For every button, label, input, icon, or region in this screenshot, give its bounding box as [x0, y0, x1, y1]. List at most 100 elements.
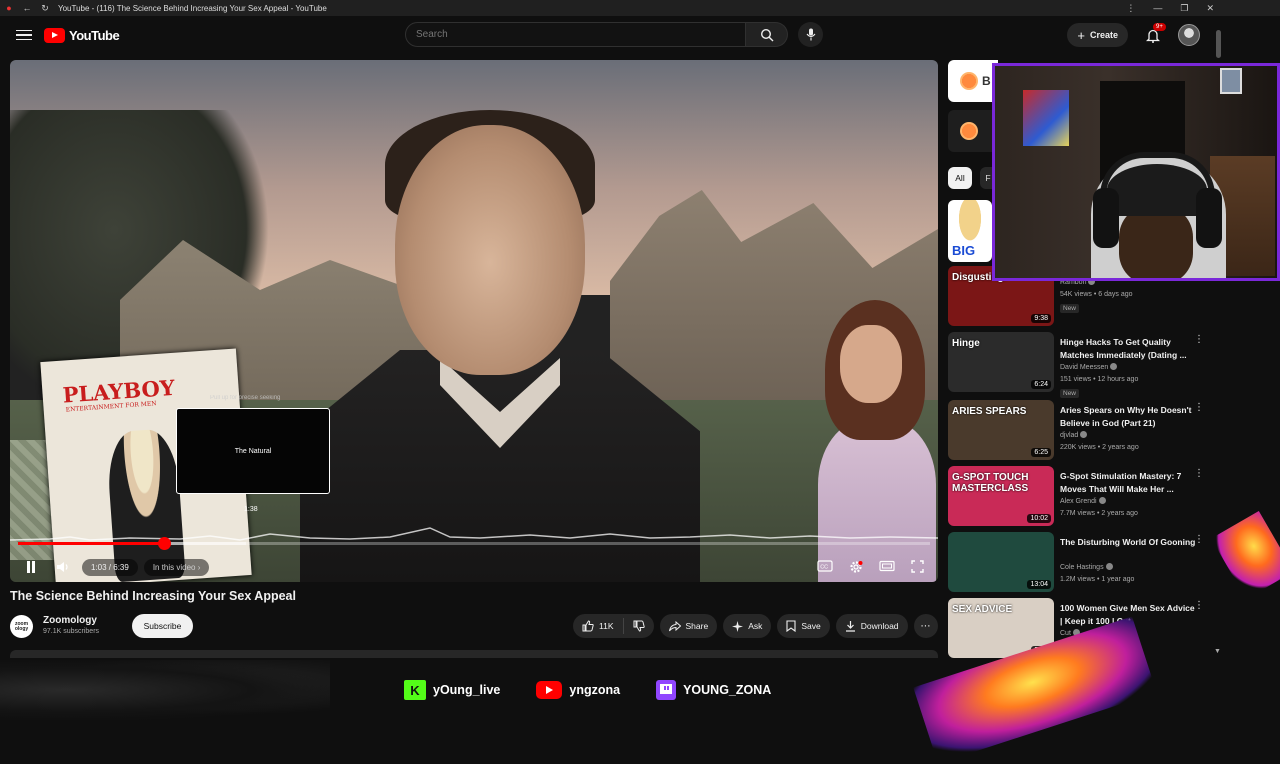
recommendation-thumbnail[interactable]: ARIES SPEARS 6:25: [948, 400, 1054, 460]
more-vertical-icon[interactable]: ⋮: [1194, 403, 1204, 413]
voice-search-button[interactable]: [798, 22, 823, 47]
like-button[interactable]: 11K: [573, 618, 624, 634]
minimize-icon[interactable]: —: [1153, 3, 1162, 14]
volume-button[interactable]: [56, 560, 70, 574]
recommendation-item[interactable]: G-SPOT TOUCH MASTERCLASS 10:02 G-Spot Stim…: [948, 466, 1218, 528]
recommendation-meta: 1.2M views • 1 year ago: [1060, 576, 1135, 583]
video-player[interactable]: PLAYBOY ENTERTAINMENT FOR MEN Pull up fo…: [10, 60, 938, 582]
player-controls: 1:03 / 6:39 In this video › CC: [10, 552, 938, 582]
channel-avatar[interactable]: zoom ology: [10, 615, 33, 638]
chip-all[interactable]: All: [948, 167, 972, 189]
youtube-header: YouTube + Create 9+: [0, 16, 1230, 54]
search-button[interactable]: [746, 22, 788, 47]
recommendation-thumbnail[interactable]: G-SPOT TOUCH MASTERCLASS 10:02: [948, 466, 1054, 526]
youtube-play-icon: [44, 27, 65, 43]
more-actions-button[interactable]: ⋯: [913, 614, 938, 638]
more-vertical-icon[interactable]: ⋮: [1194, 335, 1204, 345]
recommendation-title[interactable]: Hinge Hacks To Get Quality Matches Immed…: [1060, 336, 1196, 362]
thumbnail-caption: ARIES SPEARS: [952, 406, 1027, 417]
thermal-hand-overlay: [1211, 510, 1280, 600]
hamburger-menu-icon[interactable]: [16, 29, 32, 41]
ask-label: Ask: [748, 621, 763, 631]
recommendation-channel[interactable]: Alex Grendi: [1060, 497, 1106, 505]
pause-button[interactable]: [24, 560, 38, 574]
notifications-button[interactable]: 9+: [1144, 23, 1166, 44]
captions-icon[interactable]: CC: [817, 560, 833, 572]
browser-menu-icon[interactable]: ⋮: [1126, 3, 1135, 14]
verified-icon: [1110, 363, 1118, 370]
back-icon[interactable]: ←: [18, 3, 36, 13]
progress-played: [18, 542, 164, 545]
more-vertical-icon[interactable]: ⋮: [1194, 601, 1204, 611]
recommendation-channel[interactable]: David Meessen: [1060, 363, 1118, 371]
account-avatar[interactable]: [1178, 24, 1200, 46]
kick-icon: K: [404, 680, 426, 700]
video-duration: 13:04: [1027, 580, 1051, 589]
channel-name-text: Cole Hastings: [1060, 564, 1104, 571]
recommendation-meta: 151 views • 12 hours ago: [1060, 376, 1139, 383]
search-input[interactable]: [405, 22, 746, 47]
kick-handle: K yOung_live: [404, 680, 500, 700]
overlay-angel-wings: [0, 660, 330, 720]
settings-gear-icon[interactable]: [849, 560, 863, 574]
youtube-handle-text: yngzona: [569, 683, 621, 697]
reload-icon[interactable]: ↻: [36, 3, 54, 14]
share-label: Share: [685, 621, 709, 631]
pause-icon: [27, 561, 35, 573]
dislike-button[interactable]: [624, 620, 654, 632]
search-icon: [760, 28, 773, 41]
verified-icon: [1105, 563, 1113, 570]
create-button[interactable]: + Create: [1067, 23, 1128, 47]
description-box[interactable]: [10, 650, 938, 658]
video-title: The Science Behind Increasing Your Sex A…: [10, 589, 296, 603]
recommendation-thumbnail[interactable]: Hinge 6:24: [948, 332, 1054, 392]
recommendation-item[interactable]: 13:04 The Disturbing World Of Gooning Cole…: [948, 532, 1218, 594]
channel-name[interactable]: Zoomology: [43, 615, 97, 626]
scroll-down-arrow-icon[interactable]: ▼: [1214, 648, 1221, 655]
channel-row: zoom ology Zoomology 97.1K subscribers S…: [10, 613, 938, 639]
page-scrollbar-thumb[interactable]: [1216, 30, 1221, 58]
more-vertical-icon[interactable]: ⋮: [1194, 469, 1204, 479]
more-vertical-icon[interactable]: ⋮: [1194, 535, 1204, 545]
download-icon: [845, 621, 855, 632]
recommendation-channel[interactable]: djvlad: [1060, 431, 1088, 439]
chapter-button[interactable]: In this video ›: [143, 558, 210, 576]
browser-app-icon: ●: [6, 3, 12, 13]
fullscreen-icon[interactable]: [911, 560, 924, 573]
ad-banner-secondary[interactable]: [948, 110, 998, 152]
partial-thumbnail[interactable]: BIG: [948, 200, 992, 262]
ad-banner[interactable]: B: [948, 60, 998, 102]
recommendation-title[interactable]: The Disturbing World Of Gooning: [1060, 536, 1196, 549]
header-actions: + Create 9+: [1067, 23, 1200, 47]
progress-scrubber-handle[interactable]: [157, 537, 171, 550]
video-duration: 9:38: [1031, 314, 1051, 323]
video-duration: 6:24: [1031, 380, 1051, 389]
download-button[interactable]: Download: [835, 614, 908, 638]
recommendation-thumbnail[interactable]: 13:04: [948, 532, 1054, 592]
create-label: Create: [1089, 30, 1118, 40]
close-window-icon[interactable]: ✕: [1206, 3, 1214, 14]
save-button[interactable]: Save: [777, 614, 830, 638]
recommendation-channel[interactable]: Cole Hastings: [1060, 563, 1113, 571]
notification-badge: 9+: [1153, 23, 1166, 31]
thumbnail-caption: Hinge: [952, 338, 980, 349]
recommendation-title[interactable]: G-Spot Stimulation Mastery: 7 Moves That…: [1060, 470, 1196, 496]
more-horizontal-icon: ⋯: [920, 620, 931, 632]
recommendation-title[interactable]: Aries Spears on Why He Doesn't Believe i…: [1060, 404, 1196, 430]
search-bar: [405, 22, 823, 47]
verified-icon: [1080, 431, 1088, 438]
svg-text:CC: CC: [820, 565, 828, 571]
video-duration: 10:02: [1027, 514, 1051, 523]
youtube-handle: yngzona: [536, 681, 620, 699]
ask-button[interactable]: Ask: [723, 614, 772, 638]
recommendation-item[interactable]: Hinge 6:24 Hinge Hacks To Get Quality Matc…: [948, 332, 1218, 398]
recommendation-item[interactable]: ARIES SPEARS 6:25 Aries Spears on Why He D…: [948, 400, 1218, 462]
subscribe-button[interactable]: Subscribe: [132, 614, 193, 638]
share-icon: [668, 620, 681, 631]
theater-mode-icon[interactable]: [879, 560, 895, 572]
chapter-label: In this video: [152, 562, 196, 572]
youtube-logo[interactable]: YouTube: [44, 27, 120, 43]
restore-icon[interactable]: ❐: [1180, 3, 1188, 14]
share-button[interactable]: Share: [659, 614, 718, 638]
progress-bar[interactable]: [18, 537, 930, 550]
